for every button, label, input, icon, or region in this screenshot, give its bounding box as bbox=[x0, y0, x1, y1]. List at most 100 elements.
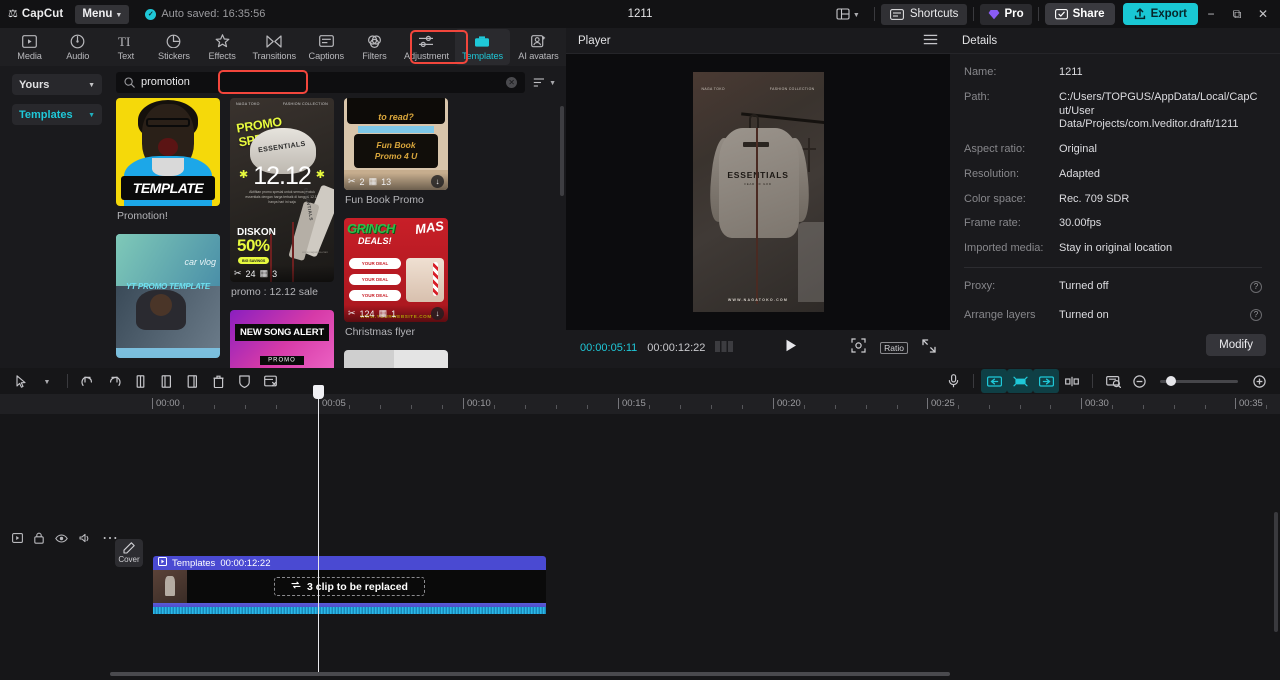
download-icon[interactable]: ↓ bbox=[431, 307, 444, 320]
delete-button[interactable] bbox=[205, 369, 231, 393]
frames-icon[interactable] bbox=[715, 339, 734, 357]
tab-stickers[interactable]: Stickers bbox=[150, 29, 197, 65]
template-card[interactable]: TEMPLATE Promotion! bbox=[116, 98, 220, 230]
player-menu-icon[interactable] bbox=[923, 32, 938, 50]
tab-templates[interactable]: Templates bbox=[454, 29, 510, 65]
shortcuts-button[interactable]: Shortcuts bbox=[880, 3, 968, 25]
export-button[interactable]: Export bbox=[1122, 3, 1198, 25]
clip-replace-badge[interactable]: 3 clip to be replaced bbox=[153, 577, 546, 596]
card-grinch: GRINCH bbox=[347, 221, 395, 236]
row-value[interactable]: Turned on bbox=[1059, 309, 1250, 323]
template-card[interactable] bbox=[344, 350, 448, 368]
timeline-toolbar-right bbox=[940, 369, 1272, 393]
template-thumbnail[interactable] bbox=[344, 350, 448, 368]
clear-search-icon[interactable]: ✕ bbox=[506, 76, 518, 88]
template-card[interactable]: to read? Fun Book Promo 4 U ✂ 2 ▦ 13 ↓ F… bbox=[344, 98, 448, 214]
template-badges: ✂ 24 ▦ 3 bbox=[230, 265, 334, 282]
split-button[interactable] bbox=[127, 369, 153, 393]
template-card[interactable]: GRINCH MAS DEALS! YOUR DEAL YOUR DEAL YO… bbox=[344, 218, 448, 346]
template-card[interactable]: car vlog YT PROMO TEMPLATE bbox=[116, 234, 220, 358]
template-thumbnail[interactable]: TEMPLATE bbox=[116, 98, 220, 206]
zoom-slider[interactable] bbox=[1160, 376, 1238, 386]
eye-icon[interactable] bbox=[55, 533, 68, 543]
pro-button[interactable]: Pro bbox=[980, 3, 1032, 25]
track-type-icon[interactable] bbox=[12, 533, 23, 543]
search-input[interactable] bbox=[141, 76, 501, 88]
crop-button[interactable] bbox=[257, 369, 283, 393]
template-card[interactable]: NEW SONG ALERT PROMO bbox=[230, 310, 334, 368]
zoom-out-button[interactable] bbox=[1126, 369, 1152, 393]
timeline-ruler[interactable]: 00:00 00:05 00:10 00:15 00:20 00:25 00:3… bbox=[0, 394, 1280, 414]
marker-button[interactable] bbox=[1059, 369, 1085, 393]
ratio-button[interactable]: Ratio bbox=[880, 342, 908, 354]
timeline-vertical-scrollbar[interactable] bbox=[1274, 512, 1278, 632]
mirror-button[interactable] bbox=[981, 369, 1007, 393]
clip-body[interactable]: 3 clip to be replaced bbox=[153, 570, 546, 603]
minimize-button[interactable]: − bbox=[1198, 0, 1224, 28]
zoom-in-button[interactable] bbox=[1246, 369, 1272, 393]
redo-button[interactable] bbox=[101, 369, 127, 393]
download-icon[interactable]: ↓ bbox=[431, 175, 444, 188]
modify-button[interactable]: Modify bbox=[1206, 334, 1266, 356]
volume-icon[interactable] bbox=[79, 533, 91, 544]
sort-button[interactable]: ▼ bbox=[533, 77, 556, 88]
cover-button[interactable]: Cover bbox=[115, 539, 143, 567]
play-button[interactable] bbox=[785, 339, 797, 357]
card-title: NEW SONG ALERT bbox=[235, 324, 329, 341]
layout-icon bbox=[836, 8, 850, 20]
art-side-garment bbox=[797, 222, 824, 302]
row-value[interactable]: Turned off bbox=[1059, 280, 1250, 294]
zoom-slider-knob[interactable] bbox=[1166, 376, 1176, 386]
select-tool[interactable] bbox=[8, 369, 34, 393]
zoom-fit-icon[interactable] bbox=[851, 338, 866, 358]
select-dropdown[interactable]: ▼ bbox=[34, 369, 60, 393]
auto-cut-button[interactable] bbox=[1007, 369, 1033, 393]
pencil-icon bbox=[123, 542, 135, 554]
undo-button[interactable] bbox=[75, 369, 101, 393]
yours-dropdown[interactable]: Yours ▼ bbox=[12, 74, 102, 95]
template-thumbnail[interactable]: to read? Fun Book Promo 4 U ✂ 2 ▦ 13 ↓ bbox=[344, 98, 448, 190]
freeze-button[interactable] bbox=[231, 369, 257, 393]
template-thumbnail[interactable]: NEW SONG ALERT PROMO bbox=[230, 310, 334, 368]
fullscreen-icon[interactable] bbox=[922, 338, 936, 358]
templates-scrollbar[interactable] bbox=[560, 106, 564, 196]
tab-filters[interactable]: Filters bbox=[351, 29, 398, 65]
help-icon[interactable]: ? bbox=[1250, 280, 1262, 293]
reverse-button[interactable] bbox=[1033, 369, 1059, 393]
templates-dropdown[interactable]: Templates ▼ bbox=[12, 104, 102, 125]
tab-ai-avatars[interactable]: AI avatars bbox=[511, 29, 566, 65]
tab-text[interactable]: TI Text bbox=[102, 29, 149, 65]
help-icon[interactable]: ? bbox=[1250, 309, 1262, 322]
timeline-toolbar: ▼ bbox=[0, 368, 1280, 394]
ruler-label: 00:25 bbox=[931, 398, 955, 409]
tab-captions[interactable]: Captions bbox=[303, 29, 350, 65]
row-value: Adapted bbox=[1059, 167, 1100, 180]
lock-icon[interactable] bbox=[34, 532, 44, 544]
template-card[interactable]: NAGA TOKO FASHION COLLECTION PROMO SPESI… bbox=[230, 98, 334, 306]
maximize-button[interactable]: ⧉ bbox=[1224, 0, 1250, 28]
tab-audio[interactable]: Audio bbox=[54, 29, 101, 65]
divider bbox=[973, 7, 975, 21]
template-thumbnail[interactable]: NAGA TOKO FASHION COLLECTION PROMO SPESI… bbox=[230, 98, 334, 282]
playhead[interactable] bbox=[313, 385, 324, 672]
tab-adjustment[interactable]: Adjustment bbox=[399, 29, 454, 65]
template-thumbnail[interactable]: GRINCH MAS DEALS! YOUR DEAL YOUR DEAL YO… bbox=[344, 218, 448, 322]
close-button[interactable]: ✕ bbox=[1250, 0, 1276, 28]
fit-button[interactable] bbox=[1100, 369, 1126, 393]
tab-transitions[interactable]: Transitions bbox=[247, 29, 302, 65]
playhead-handle[interactable] bbox=[313, 385, 324, 399]
share-button[interactable]: Share bbox=[1044, 3, 1115, 25]
tab-effects[interactable]: Effects bbox=[199, 29, 246, 65]
menu-button[interactable]: Menu ▼ bbox=[75, 4, 130, 24]
trim-right-button[interactable] bbox=[179, 369, 205, 393]
timeline-horizontal-scrollbar[interactable] bbox=[110, 672, 1270, 676]
timeline-clip[interactable]: Templates 00:00:12:22 3 clip to be repla… bbox=[153, 556, 546, 614]
record-button[interactable] bbox=[940, 369, 966, 393]
search-box[interactable]: ✕ bbox=[116, 71, 526, 93]
video-preview[interactable]: NAGA TOKO FASHION COLLECTION ESSENTIALS … bbox=[692, 72, 824, 312]
tab-media[interactable]: Media bbox=[6, 29, 53, 65]
scrollbar-thumb[interactable] bbox=[110, 672, 950, 676]
template-thumbnail[interactable]: car vlog YT PROMO TEMPLATE bbox=[116, 234, 220, 358]
trim-left-button[interactable] bbox=[153, 369, 179, 393]
layout-button[interactable]: ▼ bbox=[828, 8, 868, 20]
